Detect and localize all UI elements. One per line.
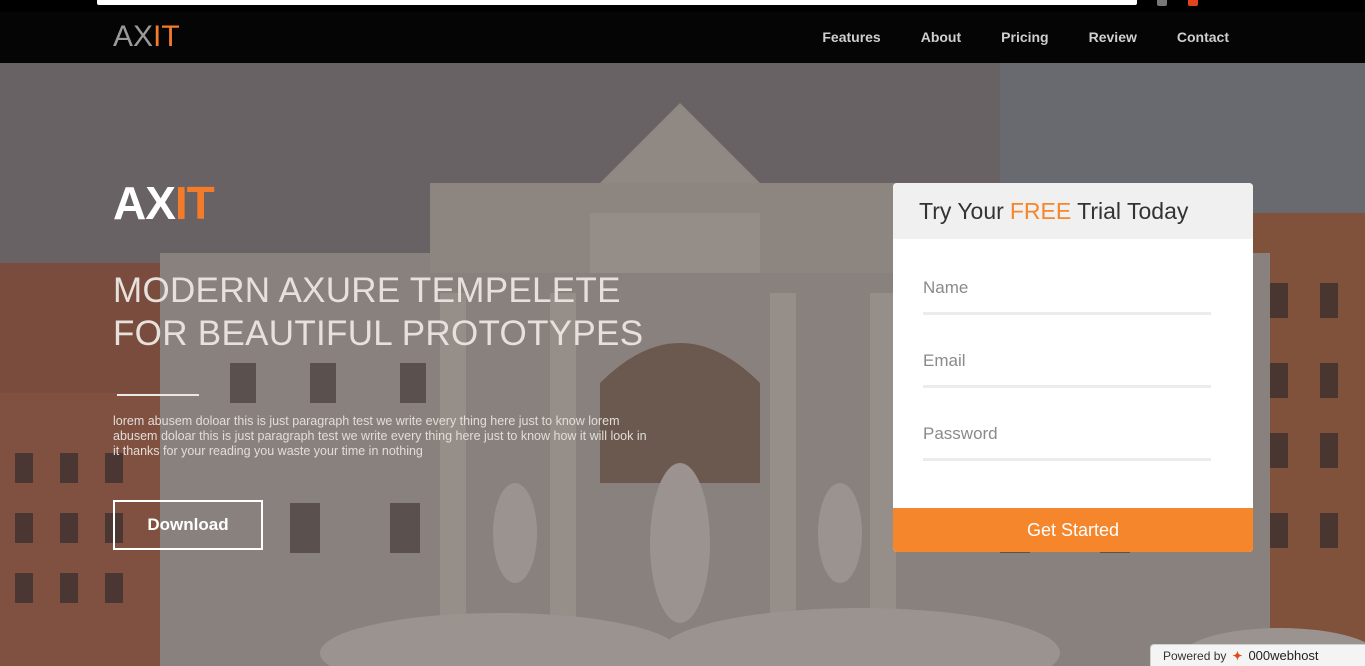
trial-form-card: Try Your FREE Trial Today Get Started bbox=[893, 183, 1253, 552]
form-title: Try Your FREE Trial Today bbox=[893, 183, 1253, 239]
nav-review[interactable]: Review bbox=[1089, 29, 1137, 45]
navbar-logo[interactable]: AXIT bbox=[113, 20, 180, 54]
nav-menu: Features About Pricing Review Contact bbox=[822, 29, 1229, 45]
download-button[interactable]: Download bbox=[113, 500, 263, 550]
hero-divider bbox=[117, 394, 199, 396]
nav-pricing[interactable]: Pricing bbox=[1001, 29, 1048, 45]
webhost-brand: 000webhost bbox=[1248, 648, 1319, 663]
hero-section: AXIT MODERN AXURE TEMPELETE FOR BEAUTIFU… bbox=[0, 63, 1365, 666]
headline-line-2: FOR BEAUTIFUL PROTOTYPES bbox=[113, 314, 644, 353]
password-input[interactable] bbox=[923, 424, 1211, 444]
form-title-suffix: Trial Today bbox=[1077, 197, 1189, 224]
navbar: AXIT Features About Pricing Review Conta… bbox=[0, 12, 1365, 63]
logo-ax: AX bbox=[113, 20, 154, 53]
mini-tab-gray bbox=[1157, 0, 1167, 6]
nav-about[interactable]: About bbox=[921, 29, 961, 45]
headline-line-1: MODERN AXURE TEMPELETE bbox=[113, 271, 621, 310]
hero-logo: AXIT bbox=[113, 176, 215, 230]
top-white-bar bbox=[97, 0, 1137, 5]
name-field-wrapper bbox=[923, 278, 1211, 315]
powered-by-badge[interactable]: Powered by ✦ 000webhost bbox=[1150, 644, 1365, 666]
nav-features[interactable]: Features bbox=[822, 29, 880, 45]
hero-paragraph: lorem abusem doloar this is just paragra… bbox=[113, 414, 647, 458]
form-title-prefix: Try Your bbox=[919, 197, 1004, 224]
mini-tab-orange bbox=[1188, 0, 1198, 6]
email-input[interactable] bbox=[923, 351, 1211, 371]
name-input[interactable] bbox=[923, 278, 1211, 298]
powered-by-text: Powered by bbox=[1163, 648, 1227, 663]
logo-it: IT bbox=[153, 20, 180, 53]
hero-logo-it: IT bbox=[174, 177, 215, 229]
get-started-button[interactable]: Get Started bbox=[893, 508, 1253, 552]
webhost-swirl-icon: ✦ bbox=[1232, 648, 1243, 663]
hero-headline: MODERN AXURE TEMPELETE FOR BEAUTIFUL PRO… bbox=[113, 269, 643, 355]
nav-contact[interactable]: Contact bbox=[1177, 29, 1229, 45]
email-field-wrapper bbox=[923, 351, 1211, 388]
form-title-free: FREE bbox=[1009, 197, 1072, 224]
browser-top-strip bbox=[0, 0, 1365, 12]
hero-logo-ax: AX bbox=[113, 177, 176, 229]
password-field-wrapper bbox=[923, 424, 1211, 461]
